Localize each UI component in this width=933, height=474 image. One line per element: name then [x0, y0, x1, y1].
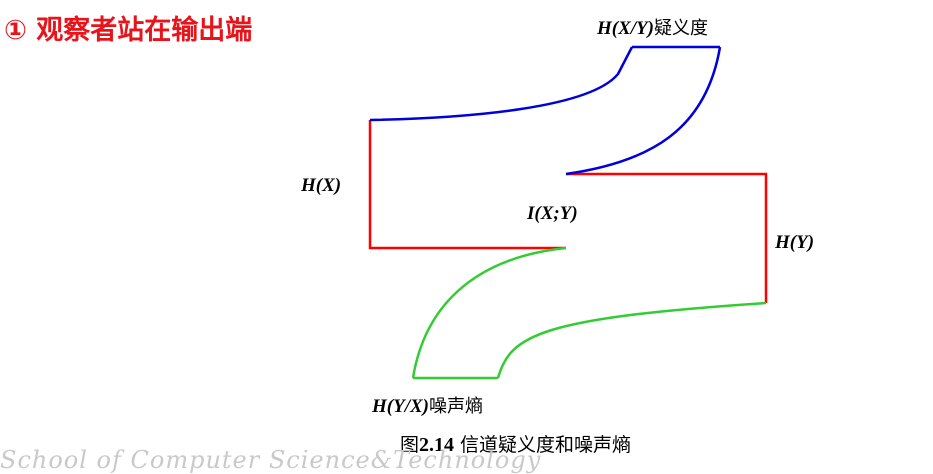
label-ixy-expr: I(X;Y) [527, 203, 578, 224]
hy-bracket [566, 172, 768, 303]
label-hx: H(X) [301, 174, 341, 197]
label-hx-expr: H(X) [301, 175, 342, 196]
noise-upper-curve [411, 246, 567, 379]
label-hx-given-y-cn: 疑义度 [654, 18, 708, 39]
hx-bracket [368, 120, 566, 250]
noise-lower-curve [496, 301, 767, 379]
label-hx-given-y-expr: H(X/Y) [597, 18, 654, 39]
label-hy-expr: H(Y) [775, 232, 815, 253]
label-hy-given-x-cn: 噪声熵 [429, 396, 483, 417]
label-hy-given-x: H(Y/X)噪声熵 [372, 392, 483, 418]
label-hy-given-x-expr: H(Y/X) [372, 396, 429, 417]
footer-school-name: School of Computer Science&Technology [0, 446, 542, 474]
label-hx-given-y: H(X/Y)疑义度 [597, 14, 708, 40]
label-hy: H(Y) [775, 231, 814, 254]
equivocation-lower-curve [565, 46, 722, 176]
label-ixy: I(X;Y) [527, 202, 578, 225]
equivocation-upper-curve [369, 46, 634, 122]
